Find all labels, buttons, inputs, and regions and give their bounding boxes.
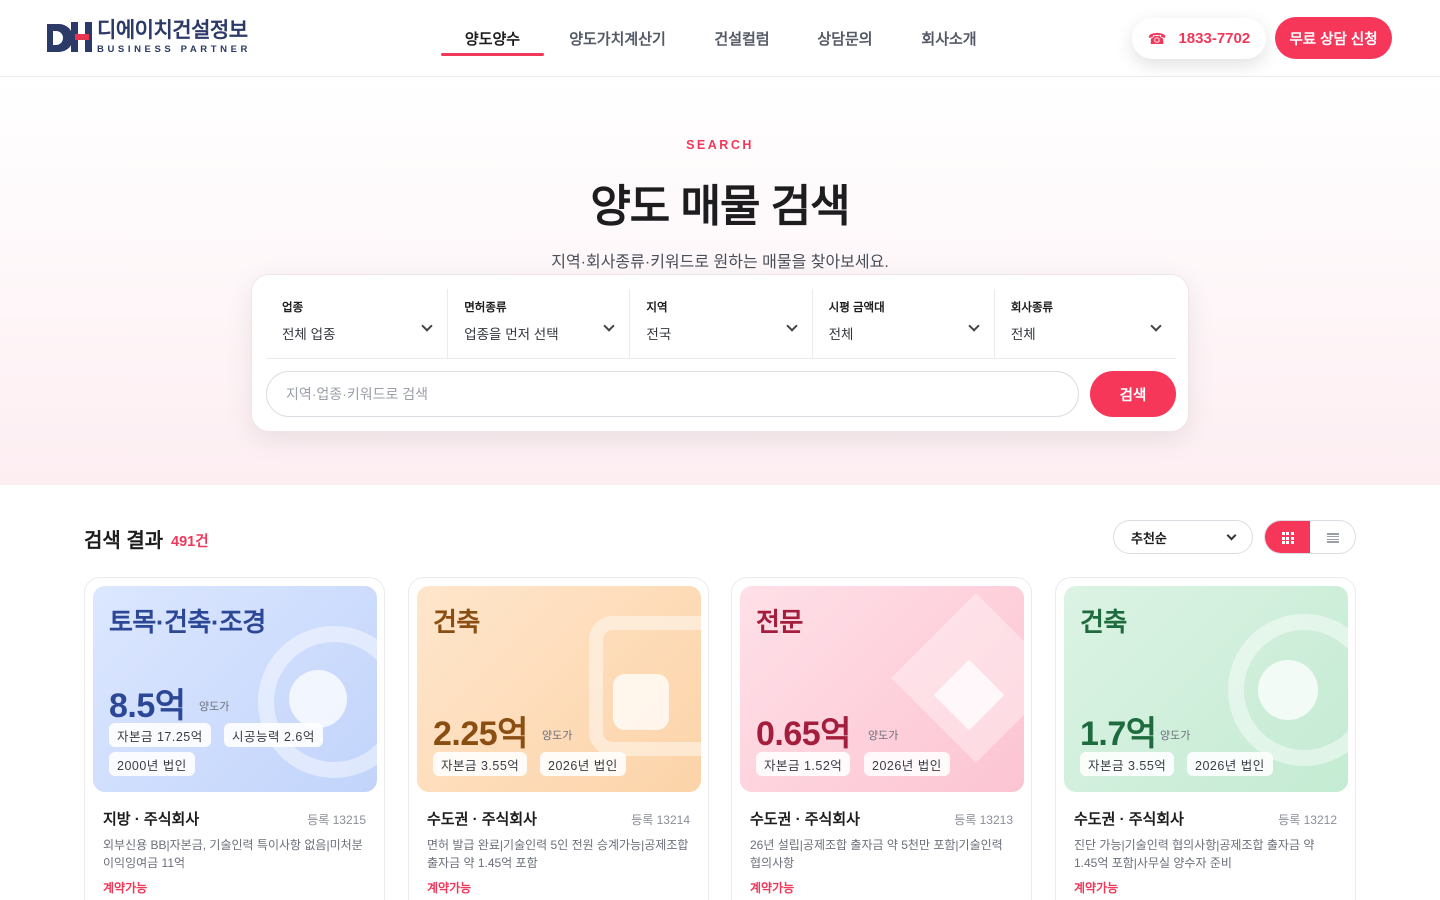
listing-price-label: 양도가 <box>868 730 899 742</box>
site-header: 디에이치건설정보 BUSINESS PARTNER 양도양수 양도가치계산기 건… <box>0 0 1440 77</box>
listing-card[interactable]: 토목·건축·조경 8.5억 양도가 자본금 17.25억 시공능력 2.6억 2… <box>84 577 385 900</box>
filter-industry[interactable]: 업종 전체 업종 <box>266 289 449 358</box>
sort-select[interactable]: 추천순 <box>1113 520 1253 554</box>
logo[interactable]: 디에이치건설정보 BUSINESS PARTNER <box>47 20 251 55</box>
filter-value: 전체 <box>828 327 854 342</box>
listing-tag: 자본금 3.55억 <box>433 752 528 776</box>
list-view-button[interactable] <box>1310 521 1355 553</box>
filter-capacity-range[interactable]: 시평 금액대 전체 <box>813 289 995 358</box>
filter-company-type[interactable]: 회사종류 전체 <box>995 289 1176 358</box>
nav-transfer[interactable]: 양도양수 <box>441 0 544 77</box>
listing-description: 진단 가능|기술인력 협의사항|공제조합 출자금 약 1.45억 포함|사무실 … <box>1074 838 1315 870</box>
sort-value: 추천순 <box>1131 530 1167 546</box>
listing-tag: 자본금 3.55억 <box>1080 752 1175 776</box>
circle-decoration-icon <box>289 670 347 728</box>
listing-price: 1.7억 <box>1080 715 1157 753</box>
listing-thumbnail: 전문 0.65억 양도가 자본금 1.52억 2026년 법인 <box>740 586 1024 792</box>
filter-value: 전체 업종 <box>282 327 336 342</box>
listing-price-label: 양도가 <box>542 730 573 742</box>
filter-label: 지역 <box>646 302 668 314</box>
hero-eyebrow: SEARCH <box>686 138 754 152</box>
listing-status: 계약가능 <box>103 881 148 895</box>
listing-tag: 자본금 1.52억 <box>756 752 851 776</box>
filter-value: 전체 <box>1010 327 1036 342</box>
listing-price-label: 양도가 <box>199 701 230 713</box>
listing-card[interactable]: 건축 1.7억 양도가 자본금 3.55억 2026년 법인 수도권 · 주식회… <box>1055 577 1356 900</box>
listing-reg-number: 등록 13212 <box>1278 813 1337 827</box>
filter-value: 전국 <box>646 327 672 342</box>
list-icon <box>1326 533 1339 543</box>
square-decoration-icon <box>613 674 669 730</box>
listing-description: 면허 발급 완료|기술인력 5인 전원 승계가능|공제조합 출자금 약 1.45… <box>427 838 689 870</box>
listing-region: 수도권 · 주식회사 <box>750 811 860 828</box>
listing-region: 지방 · 주식회사 <box>103 811 200 828</box>
hero-description: 지역·회사종류·키워드로 원하는 매물을 찾아보세요. <box>551 254 889 271</box>
listing-tag: 2000년 법인 <box>109 752 195 776</box>
phone-icon: ☎ <box>1147 30 1167 48</box>
listing-thumbnail: 건축 1.7억 양도가 자본금 3.55억 2026년 법인 <box>1064 586 1348 792</box>
nav-column[interactable]: 건설컬럼 <box>691 0 793 77</box>
filter-label: 시평 금액대 <box>828 302 885 314</box>
search-button[interactable]: 검색 <box>1090 371 1176 417</box>
results-count: 491건 <box>171 534 209 550</box>
nav-value-calculator[interactable]: 양도가치계산기 <box>544 0 691 77</box>
listing-tag: 자본금 17.25억 <box>109 723 211 747</box>
nav-about[interactable]: 회사소개 <box>897 0 1001 77</box>
listing-price-label: 양도가 <box>1160 730 1191 742</box>
listing-thumbnail: 건축 2.25억 양도가 자본금 3.55억 2026년 법인 <box>417 586 701 792</box>
listing-category: 건축 <box>1080 607 1127 637</box>
listing-price: 0.65억 <box>756 715 851 753</box>
search-input[interactable] <box>266 371 1079 417</box>
page-title: 양도 매물 검색 <box>590 182 850 231</box>
listing-category: 토목·건축·조경 <box>109 607 266 637</box>
nav-consult[interactable]: 상담문의 <box>793 0 897 77</box>
filter-label: 회사종류 <box>1010 302 1054 314</box>
filter-license-type[interactable]: 면허종류 업종을 먼저 선택 <box>448 289 631 358</box>
hero-section: SEARCH 양도 매물 검색 지역·회사종류·키워드로 원하는 매물을 찾아보… <box>0 77 1440 485</box>
results-title: 검색 결과 <box>84 530 164 552</box>
listing-tag: 2026년 법인 <box>540 752 626 776</box>
listing-tag: 시공능력 2.6억 <box>224 723 323 747</box>
logo-title: 디에이치건설정보 <box>97 19 248 42</box>
listing-reg-number: 등록 13213 <box>954 813 1013 827</box>
logo-subtitle: BUSINESS PARTNER <box>97 44 252 55</box>
listing-reg-number: 등록 13215 <box>307 813 366 827</box>
phone-button[interactable]: ☎ 1833-7702 <box>1132 18 1266 59</box>
listing-status: 계약가능 <box>750 881 795 895</box>
listing-thumbnail: 토목·건축·조경 8.5억 양도가 자본금 17.25억 시공능력 2.6억 2… <box>93 586 377 792</box>
listing-description: 26년 설립|공제조합 출자금 약 5천만 포함|기술인력 협의사항 <box>750 838 1003 870</box>
listing-category: 전문 <box>756 607 803 637</box>
filter-label: 면허종류 <box>464 302 507 314</box>
grid-view-button[interactable] <box>1265 521 1310 553</box>
listing-reg-number: 등록 13214 <box>631 813 690 827</box>
listing-tag: 2026년 법인 <box>1187 752 1273 776</box>
listing-description: 외부신용 BB|자본금, 기술인력 특이사항 없음|미처분 이익잉여금 11억 <box>103 838 363 870</box>
main-nav: 양도양수 양도가치계산기 건설컬럼 상담문의 회사소개 <box>441 0 1001 77</box>
free-consult-button[interactable]: 무료 상담 신청 <box>1275 17 1392 59</box>
chevron-down-icon <box>1226 530 1237 541</box>
listing-price: 2.25억 <box>433 715 528 753</box>
filter-region[interactable]: 지역 전국 <box>630 289 813 358</box>
search-panel: 업종 전체 업종 면허종류 업종을 먼저 선택 지역 전국 시평 금액대 전체 … <box>251 274 1189 432</box>
listing-price: 8.5억 <box>109 687 186 725</box>
listing-card[interactable]: 건축 2.25억 양도가 자본금 3.55억 2026년 법인 수도권 · 주식… <box>408 577 709 900</box>
grid-icon <box>1281 532 1294 544</box>
filter-value: 업종을 먼저 선택 <box>464 327 559 342</box>
view-toggle <box>1264 520 1356 554</box>
phone-number: 1833-7702 <box>1178 30 1251 47</box>
logo-mark-icon <box>47 20 93 54</box>
listing-card[interactable]: 전문 0.65억 양도가 자본금 1.52억 2026년 법인 수도권 · 주식… <box>731 577 1032 900</box>
filter-row: 업종 전체 업종 면허종류 업종을 먼저 선택 지역 전국 시평 금액대 전체 … <box>266 289 1176 359</box>
listing-status: 계약가능 <box>1074 881 1119 895</box>
listing-category: 건축 <box>433 607 480 637</box>
listing-status: 계약가능 <box>427 881 472 895</box>
listing-region: 수도권 · 주식회사 <box>1074 811 1184 828</box>
filter-label: 업종 <box>282 302 304 314</box>
listing-region: 수도권 · 주식회사 <box>427 811 537 828</box>
circle-decoration-icon <box>1258 660 1318 720</box>
listing-tag: 2026년 법인 <box>864 752 950 776</box>
